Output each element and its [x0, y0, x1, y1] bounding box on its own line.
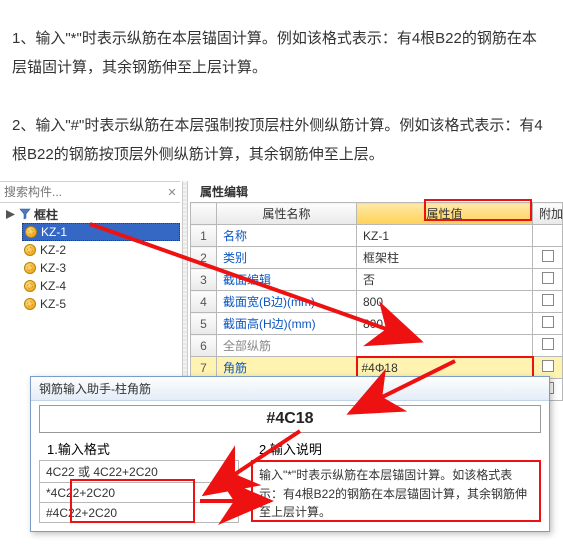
property-name-cell: 截面高(H边)(mm) [217, 313, 357, 335]
tree-item-kz4[interactable]: KZ-4 [22, 277, 180, 295]
format-cell: 4C22 或 4C22+2C20 [40, 461, 239, 483]
format-cell: #4C22+2C20 [40, 503, 239, 523]
format-row[interactable]: 4C22 或 4C22+2C20 [40, 461, 239, 483]
extra-checkbox-cell[interactable] [533, 225, 563, 247]
property-value-cell[interactable]: 否 [357, 269, 533, 291]
row-number: 5 [191, 313, 217, 335]
description-section-header: 2.输入说明 [251, 437, 541, 460]
component-icon [24, 262, 36, 274]
property-name-cell: 全部纵筋 [217, 335, 357, 357]
tree-item-label: KZ-4 [40, 279, 66, 293]
tree-item-kz5[interactable]: KZ-5 [22, 295, 180, 313]
paragraph-2: 2、输入"#"时表示纵筋在本层强制按顶层柱外侧纵筋计算。例如该格式表示：有4根B… [12, 112, 551, 169]
table-row[interactable]: 6全部纵筋 [191, 335, 563, 357]
format-section-header: 1.输入格式 [39, 437, 239, 460]
property-grid-panel: 属性编辑 属性名称 属性值 附加 1名称KZ-12类别框架柱3截面编辑否4截面宽… [190, 181, 563, 401]
rebar-helper-dialog: 钢筋输入助手-柱角筋 1.输入格式 4C22 或 4C22+2C20*4C22+… [30, 376, 550, 532]
clear-search-icon[interactable]: ✕ [164, 184, 180, 200]
extra-checkbox-cell[interactable] [533, 269, 563, 291]
rownum-header [191, 203, 217, 225]
property-value-cell[interactable]: 框架柱 [357, 247, 533, 269]
grid-caption: 属性编辑 [190, 181, 563, 202]
property-name-cell: 截面编辑 [217, 269, 357, 291]
property-value-cell[interactable]: KZ-1 [357, 225, 533, 247]
format-row[interactable]: #4C22+2C20 [40, 503, 239, 523]
component-icon [24, 298, 36, 310]
component-icon [24, 280, 36, 292]
table-row[interactable]: 1名称KZ-1 [191, 225, 563, 247]
checkbox-icon[interactable] [542, 294, 554, 306]
row-number: 6 [191, 335, 217, 357]
row-number: 1 [191, 225, 217, 247]
checkbox-icon[interactable] [542, 360, 554, 372]
property-value-cell[interactable]: 800 [357, 291, 533, 313]
table-row[interactable]: 4截面宽(B边)(mm)800 [191, 291, 563, 313]
tree-item-label: KZ-5 [40, 297, 66, 311]
extra-checkbox-cell[interactable] [533, 247, 563, 269]
property-value-cell[interactable] [357, 335, 533, 357]
extra-checkbox-cell[interactable] [533, 291, 563, 313]
format-cell: *4C22+2C20 [40, 483, 239, 503]
table-row[interactable]: 2类别框架柱 [191, 247, 563, 269]
tree-item-kz2[interactable]: KZ-2 [22, 241, 180, 259]
row-number: 3 [191, 269, 217, 291]
checkbox-icon[interactable] [542, 272, 554, 284]
property-grid: 属性名称 属性值 附加 1名称KZ-12类别框架柱3截面编辑否4截面宽(B边)(… [190, 202, 563, 401]
tree-item-label: KZ-2 [40, 243, 66, 257]
table-row[interactable]: 3截面编辑否 [191, 269, 563, 291]
col-extra-header[interactable]: 附加 [533, 203, 563, 225]
property-name-cell: 类别 [217, 247, 357, 269]
property-name-cell: 截面宽(B边)(mm) [217, 291, 357, 313]
extra-checkbox-cell[interactable] [533, 335, 563, 357]
col-value-header[interactable]: 属性值 [357, 203, 533, 225]
checkbox-icon[interactable] [542, 338, 554, 350]
extra-checkbox-cell[interactable] [533, 313, 563, 335]
tree-item-kz3[interactable]: KZ-3 [22, 259, 180, 277]
tree-item-kz1[interactable]: KZ-1 [22, 223, 180, 241]
format-table: 4C22 或 4C22+2C20*4C22+2C20#4C22+2C20 [39, 460, 239, 523]
property-value-cell[interactable]: 800 [357, 313, 533, 335]
filter-icon[interactable] [18, 207, 32, 221]
property-name-cell: 名称 [217, 225, 357, 247]
dialog-title[interactable]: 钢筋输入助手-柱角筋 [31, 377, 549, 401]
col-name-header[interactable]: 属性名称 [217, 203, 357, 225]
component-tree-panel: ✕ 框柱 KZ-1 KZ-2 [0, 181, 180, 313]
component-icon [24, 244, 36, 256]
row-number: 4 [191, 291, 217, 313]
collapse-icon[interactable] [4, 208, 16, 220]
checkbox-icon[interactable] [542, 316, 554, 328]
tree-item-label: KZ-1 [41, 225, 67, 239]
format-row[interactable]: *4C22+2C20 [40, 483, 239, 503]
component-icon [25, 226, 37, 238]
tree-item-label: KZ-3 [40, 261, 66, 275]
tree-root[interactable]: 框柱 [0, 205, 180, 223]
checkbox-icon[interactable] [542, 250, 554, 262]
tree-root-label: 框柱 [34, 206, 58, 223]
paragraph-1: 1、输入"*"时表示纵筋在本层锚固计算。例如该格式表示：有4根B22的钢筋在本层… [12, 25, 551, 82]
table-row[interactable]: 5截面高(H边)(mm)800 [191, 313, 563, 335]
row-number: 2 [191, 247, 217, 269]
search-input[interactable] [0, 182, 164, 202]
format-description: 输入"*"时表示纵筋在本层锚固计算。如该格式表示：有4根B22的钢筋在本层锚固计… [251, 460, 541, 522]
rebar-value-input[interactable] [39, 405, 541, 433]
vertical-splitter[interactable] [182, 181, 188, 391]
